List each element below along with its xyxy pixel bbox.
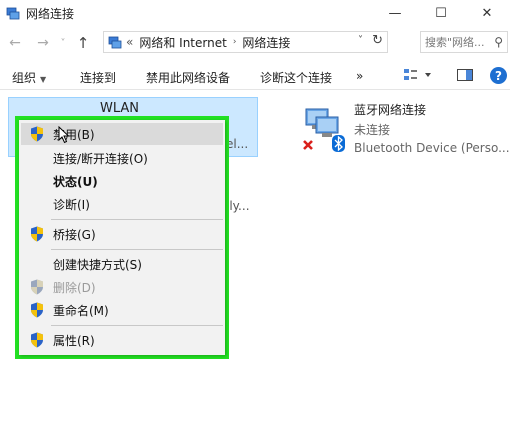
context-menu: 禁用(B) 连接/断开连接(O) 状态(U) 诊断(I) 桥接(G) 创建快捷方… (19, 120, 225, 355)
uac-shield-icon (31, 126, 43, 142)
change-view-button[interactable] (403, 66, 433, 87)
menu-item-label: 连接/断开连接(O) (53, 151, 148, 166)
wlan-connection-name: WLAN (100, 101, 140, 116)
help-icon: ? (490, 67, 507, 84)
menu-item-label: 删除(D) (53, 280, 96, 295)
bluetooth-connection-status: 未连接 (354, 123, 391, 137)
uac-shield-icon (31, 332, 43, 348)
network-connections-icon (6, 6, 20, 20)
recent-locations-button[interactable]: ˅ (54, 32, 72, 54)
menu-item-status[interactable]: 状态(U) (21, 170, 223, 192)
menu-item-connect-disconnect[interactable]: 连接/断开连接(O) (21, 147, 223, 169)
wlan-adapter-partial: el... (226, 137, 249, 151)
mouse-cursor-icon (58, 126, 70, 144)
chevron-down-icon[interactable]: ˅ (358, 35, 363, 46)
forward-button[interactable]: → (34, 32, 52, 54)
uac-shield-icon (31, 226, 43, 242)
uac-shield-icon (31, 279, 43, 295)
menu-item-delete: 删除(D) (21, 276, 223, 298)
bluetooth-network-icon (302, 105, 346, 153)
bluetooth-connection-item[interactable]: 蓝牙网络连接 未连接 Bluetooth Device (Perso... (302, 99, 510, 159)
title-bar: 网络连接 — ☐ ✕ (0, 0, 510, 26)
network-location-icon (108, 35, 122, 49)
menu-item-disable[interactable]: 禁用(B) (21, 123, 223, 145)
view-options-icon (404, 69, 431, 80)
menu-item-label: 状态(U) (53, 174, 98, 189)
breadcrumb-overflow[interactable]: « (126, 35, 133, 49)
menu-item-label: 创建快捷方式(S) (53, 257, 142, 272)
help-button[interactable]: ? (490, 67, 507, 84)
bluetooth-connection-name: 蓝牙网络连接 (354, 103, 427, 117)
menu-item-label: 属性(R) (53, 333, 95, 348)
menu-item-label: 诊断(I) (53, 197, 90, 212)
connect-to-button[interactable]: 连接到 (80, 69, 116, 86)
address-row: ← → ˅ ↑ « 网络和 Internet › 网络连接 ˅ ↻ 搜索"网络.… (0, 28, 510, 58)
search-input[interactable]: 搜索"网络... ⚲ (420, 31, 508, 53)
diagnose-button[interactable]: 诊断这个连接 (260, 69, 332, 86)
menu-item-label: 桥接(G) (53, 227, 96, 242)
search-icon[interactable]: ⚲ (494, 35, 503, 49)
maximize-button[interactable]: ☐ (418, 0, 464, 26)
menu-separator (51, 219, 223, 220)
organize-label: 组织 (12, 71, 37, 85)
up-button[interactable]: ↑ (74, 32, 92, 54)
menu-item-create-shortcut[interactable]: 创建快捷方式(S) (21, 253, 223, 275)
disable-device-button[interactable]: 禁用此网络设备 (146, 69, 230, 86)
search-placeholder: 搜索"网络... (425, 36, 485, 49)
preview-pane-button[interactable] (456, 66, 474, 87)
address-bar[interactable]: « 网络和 Internet › 网络连接 ˅ ↻ (103, 31, 388, 53)
breadcrumb-separator[interactable]: › (233, 37, 237, 47)
refresh-icon[interactable]: ↻ (372, 33, 383, 48)
caret-down-icon: ▼ (40, 75, 47, 84)
command-bar: 组织 ▼ 连接到 禁用此网络设备 诊断这个连接 » ? (0, 62, 510, 90)
menu-item-bridge[interactable]: 桥接(G) (21, 223, 223, 245)
partial-item-text: ily... (226, 199, 250, 213)
menu-separator (51, 325, 223, 326)
menu-item-label: 重命名(M) (53, 303, 109, 318)
menu-item-rename[interactable]: 重命名(M) (21, 299, 223, 321)
menu-separator (51, 249, 223, 250)
bluetooth-device-name: Bluetooth Device (Perso... (354, 141, 510, 155)
preview-pane-icon (457, 69, 473, 81)
more-commands-button[interactable]: » (356, 69, 363, 83)
menu-item-properties[interactable]: 属性(R) (21, 329, 223, 351)
organize-button[interactable]: 组织 ▼ (12, 69, 46, 86)
breadcrumb-network-internet[interactable]: 网络和 Internet (139, 34, 226, 51)
minimize-button[interactable]: — (372, 0, 418, 26)
uac-shield-icon (31, 302, 43, 318)
close-button[interactable]: ✕ (464, 0, 510, 26)
window-title: 网络连接 (26, 6, 75, 21)
back-button[interactable]: ← (6, 32, 24, 54)
menu-item-diagnose[interactable]: 诊断(I) (21, 193, 223, 215)
breadcrumb-network-connections[interactable]: 网络连接 (242, 34, 290, 51)
